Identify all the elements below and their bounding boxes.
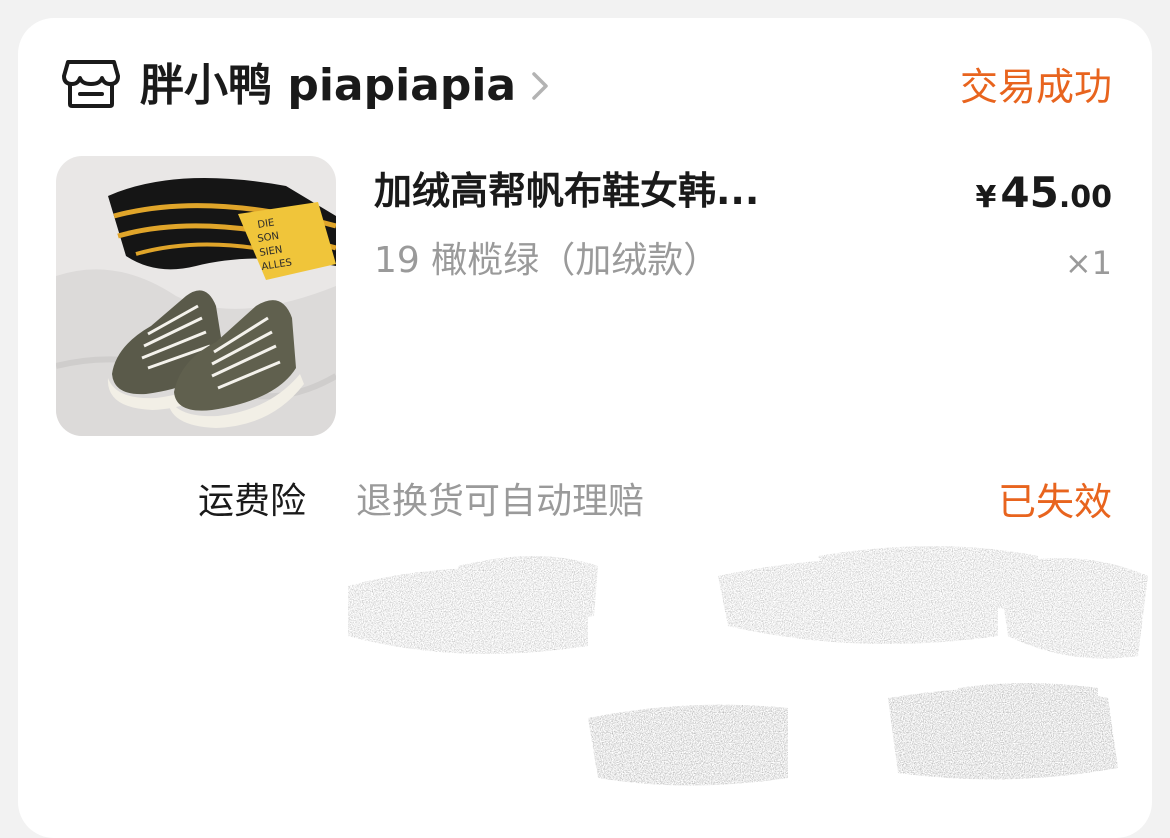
shipping-insurance-status: 已失效 xyxy=(997,480,1112,524)
price-currency: ¥ xyxy=(975,180,997,215)
redaction-scribble-bottom xyxy=(588,683,1118,786)
shipping-insurance-description: 退换货可自动理赔 xyxy=(356,481,645,522)
order-status: 交易成功 xyxy=(959,65,1112,109)
product-title[interactable]: 加绒高帮帆布鞋女韩... xyxy=(374,164,834,218)
store-icon xyxy=(62,60,120,108)
chevron-right-icon[interactable] xyxy=(530,70,550,102)
shipping-insurance-label: 运费险 xyxy=(198,481,307,522)
product-price: ¥45.00 xyxy=(976,168,1112,217)
product-quantity: ×1 xyxy=(1064,244,1112,282)
shop-name[interactable]: 胖小鸭 piapiapia xyxy=(140,58,516,114)
price-decimal: .00 xyxy=(1058,180,1112,215)
product-sku: 19 橄榄绿（加绒款） xyxy=(374,240,720,281)
price-integer: 45 xyxy=(1000,168,1059,217)
redaction-scribble-top xyxy=(348,546,1148,659)
white-smudge xyxy=(788,210,898,280)
product-thumbnail[interactable]: DIE SON SIEN ALLES xyxy=(56,156,336,436)
order-card[interactable]: 胖小鸭 piapiapia 交易成功 DIE SON SIEN ALLES 加绒… xyxy=(18,18,1152,838)
